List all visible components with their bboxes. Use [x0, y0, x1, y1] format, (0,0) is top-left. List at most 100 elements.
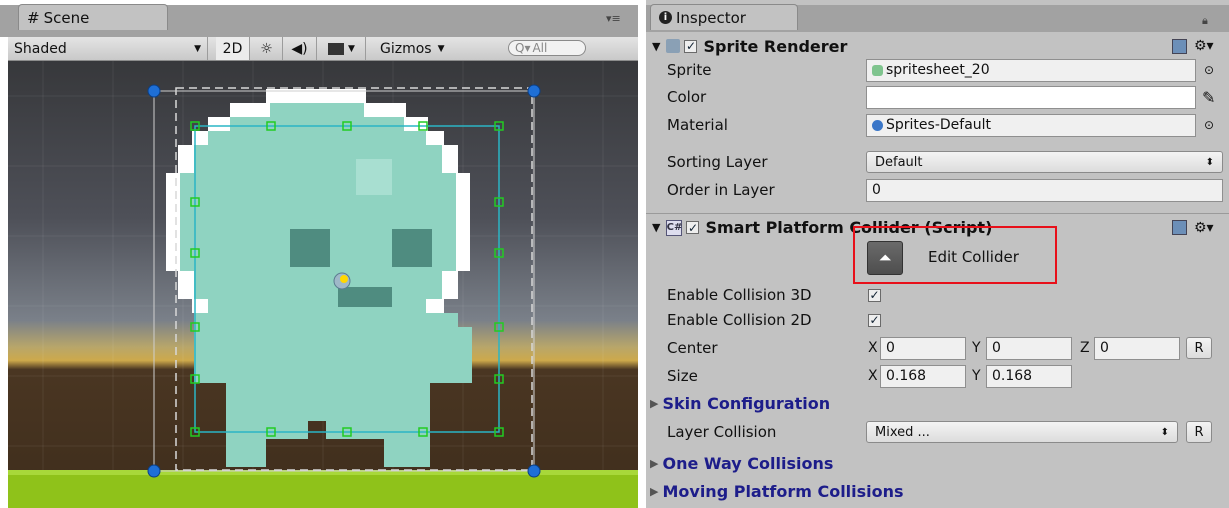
scene-canvas[interactable]	[8, 61, 638, 508]
center-row: Center X 0 Y 0 Z 0 R	[646, 334, 1229, 362]
sprite-renderer-enabled-checkbox[interactable]: ✓	[684, 39, 698, 53]
foldout-arrow-icon[interactable]: ▼	[652, 221, 660, 234]
chevron-down-icon: ▼	[348, 43, 355, 54]
sprite-right-eye	[392, 229, 432, 267]
layer-collision-value: Mixed ...	[875, 424, 930, 440]
center-y-input[interactable]: 0	[986, 336, 1072, 360]
center-reset-button[interactable]: R	[1186, 337, 1212, 359]
layer-collision-reset-button[interactable]: R	[1186, 421, 1212, 443]
foldout-arrow-icon[interactable]: ▼	[652, 40, 660, 53]
lock-icon[interactable]: 🔒︎	[1202, 14, 1208, 28]
collider-enabled-checkbox[interactable]: ✓	[686, 221, 700, 234]
foldout-arrow-icon: ▶	[650, 485, 659, 498]
layer-collision-label: Layer Collision	[667, 423, 777, 441]
color-row: Color ✎	[646, 83, 1229, 111]
effects-toggle[interactable]: ▼	[318, 37, 366, 60]
layer-collision-dropdown[interactable]: Mixed ... ⬍	[866, 421, 1178, 443]
material-row: Material Sprites-Default ⊙	[646, 111, 1229, 139]
speaker-icon: ◀)	[291, 40, 308, 57]
center-z-value: 0	[1100, 340, 1109, 356]
color-swatch[interactable]	[866, 85, 1196, 109]
center-z-label: Z	[1080, 340, 1090, 356]
sprite-renderer-icon	[666, 39, 681, 53]
sprite-object-field[interactable]: spritesheet_20	[866, 58, 1196, 82]
foldout-arrow-icon: ▶	[650, 457, 659, 470]
reset-label: R	[1194, 340, 1204, 356]
size-y-value: 0.168	[992, 368, 1033, 384]
center-y-value: 0	[992, 340, 1001, 356]
scene-panel: # Scene ▾≡ Shaded ▼ 2D ☼ ◀) ▼ Gizmos ▼ Q…	[0, 0, 638, 508]
eyedropper-icon[interactable]: ✎	[1202, 88, 1215, 107]
one-way-collisions-label: One Way Collisions	[662, 454, 834, 473]
sorting-layer-row: Sorting Layer Default ⬍	[646, 148, 1229, 176]
enable2d-row: Enable Collision 2D ✓	[646, 306, 1229, 334]
one-way-collisions-foldout[interactable]: ▶ One Way Collisions	[650, 454, 833, 473]
sun-icon: ☼	[260, 40, 273, 57]
sorting-layer-dropdown[interactable]: Default ⬍	[866, 151, 1223, 173]
material-value: Sprites-Default	[886, 117, 992, 133]
size-y-label: Y	[972, 368, 981, 384]
skin-configuration-foldout[interactable]: ▶ Skin Configuration	[650, 394, 830, 413]
sprite-value: spritesheet_20	[886, 62, 990, 78]
center-x-label: X	[868, 340, 878, 356]
material-object-field[interactable]: Sprites-Default	[866, 113, 1196, 137]
material-label: Material	[667, 116, 728, 134]
size-x-label: X	[868, 368, 878, 384]
gear-icon[interactable]: ⚙▾	[1194, 38, 1214, 54]
enable2d-checkbox[interactable]: ✓	[868, 313, 881, 327]
sprite-renderer-title: Sprite Renderer	[703, 36, 848, 56]
toggle-2d-button[interactable]: 2D	[216, 37, 250, 60]
panel-menu-icon[interactable]: ▾≡	[606, 12, 621, 25]
size-label: Size	[667, 367, 698, 385]
size-x-input[interactable]: 0.168	[880, 364, 966, 388]
tab-scene[interactable]: # Scene	[18, 4, 168, 30]
enable3d-label: Enable Collision 3D	[667, 286, 812, 304]
updown-arrows-icon: ⬍	[1205, 156, 1214, 168]
order-in-layer-row: Order in Layer 0	[646, 176, 1229, 204]
sprite-label: Sprite	[667, 61, 712, 79]
search-icon: Q▾	[515, 41, 531, 55]
ground-tile	[8, 470, 638, 508]
size-y-input[interactable]: 0.168	[986, 364, 1072, 388]
chevron-down-icon: ▼	[194, 43, 201, 54]
highlight-box	[853, 226, 1057, 284]
shading-mode-dropdown[interactable]: Shaded ▼	[8, 37, 208, 60]
object-picker-icon[interactable]: ⊙	[1204, 63, 1214, 77]
scene-viewport[interactable]	[8, 61, 638, 508]
character-sprite[interactable]	[166, 89, 472, 467]
pivot-center	[340, 275, 348, 283]
search-placeholder: All	[532, 41, 548, 55]
object-picker-icon[interactable]: ⊙	[1204, 118, 1214, 132]
scene-toolbar: Shaded ▼ 2D ☼ ◀) ▼ Gizmos ▼ Q▾ All	[8, 37, 638, 61]
order-in-layer-input[interactable]: 0	[866, 178, 1223, 202]
size-x-value: 0.168	[886, 368, 927, 384]
help-icon[interactable]	[1172, 38, 1187, 54]
sprite-mouth	[338, 287, 392, 307]
help-icon[interactable]	[1172, 220, 1187, 235]
center-x-input[interactable]: 0	[880, 336, 966, 360]
reset-label: R	[1194, 424, 1204, 440]
updown-arrows-icon: ⬍	[1160, 426, 1169, 438]
order-in-layer-label: Order in Layer	[667, 181, 775, 199]
gear-icon[interactable]: ⚙▾	[1194, 220, 1214, 236]
tab-inspector[interactable]: i Inspector	[650, 4, 798, 30]
sprite-row: Sprite spritesheet_20 ⊙	[646, 56, 1229, 84]
moving-platform-collisions-foldout[interactable]: ▶ Moving Platform Collisions	[650, 482, 904, 501]
lighting-toggle[interactable]: ☼	[251, 37, 283, 60]
moving-platform-collisions-label: Moving Platform Collisions	[662, 482, 904, 501]
shading-mode-label: Shaded	[14, 40, 67, 57]
chevron-down-icon: ▼	[437, 43, 445, 54]
foldout-arrow-icon: ▶	[650, 397, 659, 410]
center-label: Center	[667, 339, 718, 357]
sprite-left-eye	[290, 229, 330, 267]
color-label: Color	[667, 88, 707, 106]
center-z-input[interactable]: 0	[1094, 336, 1180, 360]
audio-toggle[interactable]: ◀)	[283, 37, 317, 60]
inspector-tab-label: Inspector	[676, 8, 746, 27]
center-y-label: Y	[972, 340, 981, 356]
gizmos-dropdown[interactable]: Gizmos ▼	[370, 37, 450, 60]
order-in-layer-value: 0	[872, 182, 881, 198]
scene-search-input[interactable]: Q▾ All	[508, 40, 586, 56]
enable3d-checkbox[interactable]: ✓	[868, 288, 881, 302]
inspector-panel: i Inspector 🔒︎ ▼ ✓ Sprite Renderer ⚙▾ Sp…	[646, 0, 1229, 508]
